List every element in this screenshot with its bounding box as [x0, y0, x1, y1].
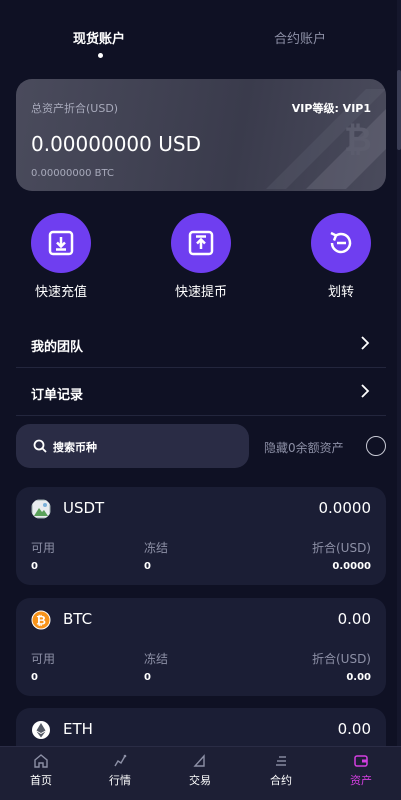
- my-team-row[interactable]: 我的团队: [16, 320, 386, 368]
- active-tab-indicator: [98, 53, 103, 58]
- coin-name: USDT: [63, 499, 105, 517]
- total-assets-btc: 0.00000000 BTC: [31, 168, 114, 179]
- transfer-button[interactable]: 划转: [296, 213, 386, 300]
- svg-text:₿: ₿: [36, 614, 46, 628]
- nav-item-assets[interactable]: 资产: [331, 753, 391, 788]
- quick-deposit-button[interactable]: 快速充值: [16, 213, 106, 300]
- withdraw-icon-circle[interactable]: [171, 213, 231, 273]
- quick-withdraw-button[interactable]: 快速提币: [156, 213, 246, 300]
- nav-label-market: 行情: [109, 774, 131, 787]
- nav-item-home[interactable]: 首页: [11, 753, 71, 788]
- available-value: 0: [31, 561, 38, 572]
- quick-actions: 快速充值 快速提币 划转: [0, 213, 401, 303]
- equivalent-value: 0.00: [346, 672, 371, 683]
- nav-label-trade: 交易: [189, 774, 211, 787]
- order-records-label: 订单记录: [31, 388, 84, 403]
- coin-card-usdt[interactable]: USDT 0.0000 可用 冻结 折合(USD) 0 0 0.0000: [16, 487, 386, 585]
- bottom-nav: 首页 行情 交易 合约 资产: [0, 746, 401, 800]
- tab-spot-account[interactable]: 现货账户: [73, 28, 125, 47]
- account-tabs: 现货账户 合约账户: [0, 0, 401, 70]
- my-team-label: 我的团队: [31, 340, 84, 355]
- market-chart-icon: [114, 754, 127, 767]
- coin-total: 0.00: [337, 610, 371, 628]
- chevron-right-icon: [361, 384, 370, 398]
- withdraw-label: 快速提币: [174, 285, 227, 300]
- available-value: 0: [31, 672, 38, 683]
- btc-coin-icon: ₿: [31, 610, 51, 630]
- search-placeholder: 搜索币种: [53, 441, 97, 454]
- equivalent-header: 折合(USD): [311, 541, 371, 555]
- nav-item-trade[interactable]: 交易: [170, 753, 230, 788]
- transfer-icon: [330, 231, 352, 254]
- nav-item-market[interactable]: 行情: [90, 753, 150, 788]
- equivalent-header: 折合(USD): [311, 652, 371, 666]
- frozen-value: 0: [144, 561, 151, 572]
- nav-label-home: 首页: [30, 774, 52, 787]
- hide-zero-balance-label: 隐藏0余额资产: [264, 441, 344, 455]
- wallet-icon: [354, 755, 368, 767]
- coin-name: BTC: [63, 610, 93, 628]
- search-icon: [33, 439, 47, 453]
- coin-total: 0.0000: [318, 499, 372, 517]
- frozen-header: 冻结: [144, 541, 169, 555]
- total-assets-amount: 0.00000000 USD: [31, 132, 201, 156]
- coin-search-input[interactable]: 搜索币种: [16, 424, 249, 468]
- available-header: 可用: [31, 652, 56, 666]
- coin-total: 0.00: [337, 720, 371, 738]
- scrollbar[interactable]: [397, 0, 401, 800]
- total-assets-label: 总资产折合(USD): [31, 102, 119, 115]
- transfer-label: 划转: [327, 285, 354, 300]
- svg-text:₿: ₿: [344, 120, 372, 160]
- deposit-icon-circle[interactable]: [31, 213, 91, 273]
- asset-summary-card: ₿ 总资产折合(USD) VIP等级: VIP1 0.00000000 USD …: [16, 79, 386, 191]
- chevron-right-icon: [361, 336, 370, 350]
- hide-zero-balance-toggle[interactable]: [366, 436, 386, 456]
- nav-label-contract: 合约: [270, 774, 292, 787]
- contract-list-icon: [276, 756, 286, 766]
- nav-label-assets: 资产: [350, 774, 372, 787]
- usdt-coin-icon: [31, 499, 51, 519]
- tab-contract-account[interactable]: 合约账户: [274, 28, 326, 47]
- assets-page: 现货账户 合约账户 ₿ 总资产折合(USD) VIP等级: VIP1 0.000…: [0, 0, 401, 800]
- trade-icon: [193, 754, 205, 767]
- nav-item-contract[interactable]: 合约: [251, 753, 311, 788]
- bitcoin-watermark-icon: ₿: [266, 89, 386, 189]
- withdraw-icon: [188, 230, 214, 256]
- coin-name: ETH: [63, 720, 93, 738]
- transfer-icon-circle[interactable]: [311, 213, 371, 273]
- vip-level: VIP等级: VIP1: [291, 102, 371, 115]
- home-icon: [34, 754, 48, 768]
- deposit-icon: [48, 230, 74, 256]
- coin-card-btc[interactable]: ₿ BTC 0.00 可用 冻结 折合(USD) 0 0 0.00: [16, 598, 386, 696]
- frozen-header: 冻结: [144, 652, 169, 666]
- scrollbar-thumb[interactable]: [397, 70, 401, 150]
- order-records-row[interactable]: 订单记录: [16, 368, 386, 416]
- frozen-value: 0: [144, 672, 151, 683]
- eth-coin-icon: [32, 721, 50, 739]
- equivalent-value: 0.0000: [332, 561, 371, 572]
- available-header: 可用: [31, 541, 56, 555]
- deposit-label: 快速充值: [34, 285, 87, 300]
